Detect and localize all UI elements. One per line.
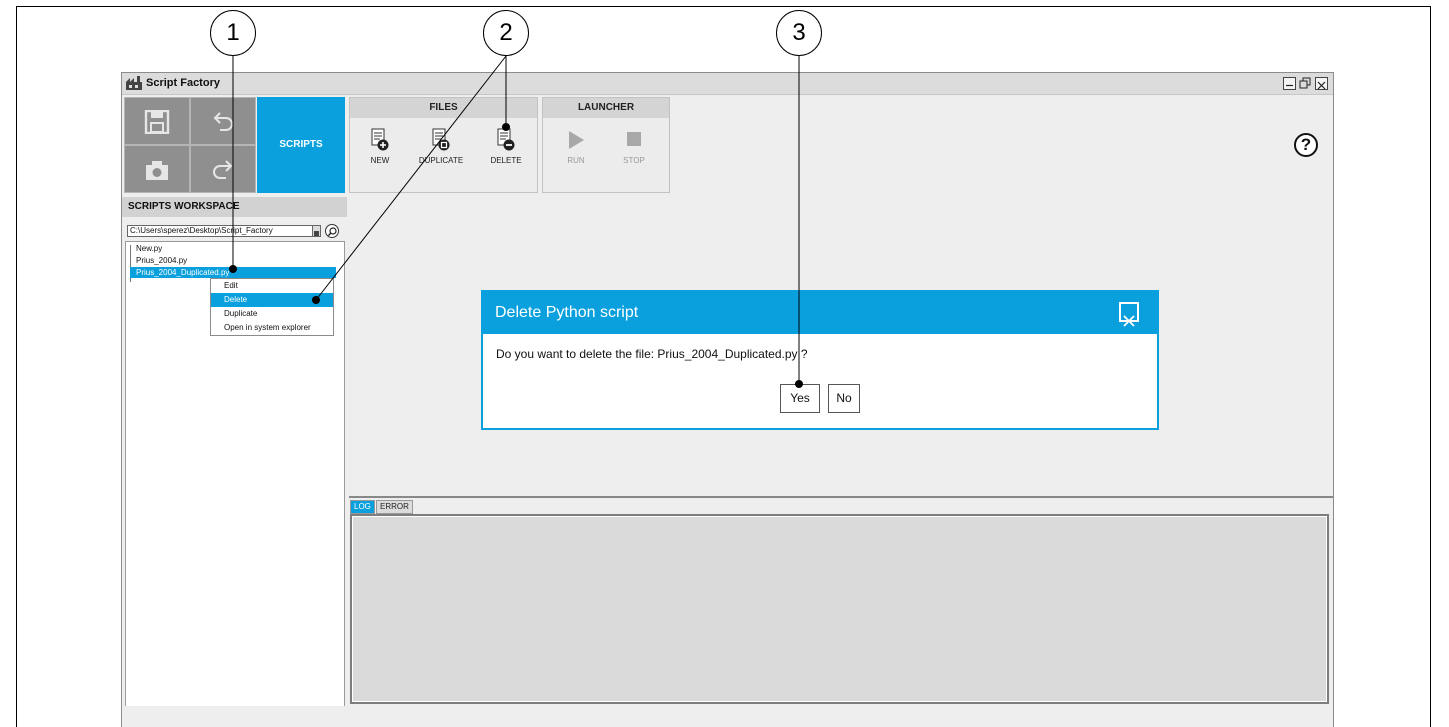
close-icon (1317, 81, 1326, 90)
duplicate-script-label: DUPLICATE (418, 156, 464, 165)
tab-log[interactable]: LOG (350, 500, 375, 514)
workspace-path-field[interactable]: C:\Users\sperez\Desktop\Script_Factory (127, 225, 313, 237)
frame-border-top (16, 6, 1431, 7)
minimize-icon (1286, 84, 1293, 87)
delete-script-icon (497, 128, 515, 151)
minimize-button[interactable] (1283, 77, 1296, 90)
yes-button[interactable]: Yes (780, 384, 820, 413)
dialog-header: Delete Python script (483, 292, 1157, 334)
chevron-down-icon (314, 231, 319, 236)
browse-folder-button[interactable] (325, 224, 339, 238)
dialog-title: Delete Python script (495, 304, 639, 321)
file-context-menu: Edit Delete Duplicate Open in system exp… (210, 278, 334, 336)
console-splitter[interactable] (349, 496, 1333, 498)
save-icon (144, 110, 170, 134)
stop-button[interactable]: STOP (606, 122, 662, 182)
run-button[interactable]: RUN (548, 122, 604, 182)
search-icon (328, 227, 337, 236)
stop-icon (627, 132, 641, 146)
play-icon (569, 131, 584, 149)
callout-1: 1 (210, 10, 256, 56)
workspace-title: SCRIPTS WORKSPACE (122, 197, 347, 217)
undo-button[interactable] (190, 97, 256, 145)
menu-item-edit[interactable]: Edit (211, 279, 333, 293)
delete-script-label: DELETE (490, 156, 522, 165)
new-script-label: NEW (370, 156, 390, 165)
files-group-title: FILES (350, 98, 537, 118)
delete-script-dialog: Delete Python script Do you want to dele… (481, 290, 1159, 430)
new-script-icon (371, 128, 389, 151)
restore-button[interactable] (1299, 77, 1312, 90)
status-bar (122, 706, 1333, 727)
run-label: RUN (567, 156, 585, 165)
delete-script-button[interactable]: DELETE (478, 122, 534, 182)
file-tree-item[interactable]: Prius_2004.py (130, 255, 187, 266)
figure: Script Factory SCRIPTS FILES NEW DUPLICA… (0, 0, 1449, 727)
launcher-group: LAUNCHER RUN STOP (542, 97, 670, 193)
tab-error[interactable]: ERROR (376, 500, 413, 514)
files-group: FILES NEW DUPLICATE DELETE (349, 97, 538, 193)
redo-button[interactable] (190, 145, 256, 193)
undo-icon (213, 112, 233, 131)
file-tree-item-selected[interactable]: Prius_2004_Duplicated.py (130, 267, 336, 278)
frame-border-right (1430, 6, 1431, 727)
menu-item-delete[interactable]: Delete (211, 293, 333, 307)
title-bar: Script Factory (122, 73, 1333, 95)
launcher-group-title: LAUNCHER (543, 98, 669, 118)
camera-icon (146, 161, 168, 180)
path-dropdown-button[interactable] (312, 225, 321, 237)
duplicate-script-icon (432, 128, 450, 151)
save-button[interactable] (124, 97, 190, 145)
callout-2: 2 (483, 10, 529, 56)
window-title: Script Factory (146, 77, 220, 89)
new-script-button[interactable]: NEW (352, 122, 408, 182)
callout-3: 3 (776, 10, 822, 56)
close-window-button[interactable] (1315, 77, 1328, 90)
frame-border-left (16, 6, 17, 727)
scripts-tab[interactable]: SCRIPTS (257, 97, 345, 193)
menu-item-duplicate[interactable]: Duplicate (211, 307, 333, 321)
help-button[interactable]: ? (1294, 133, 1318, 157)
file-tree-item[interactable]: New.py (130, 243, 162, 254)
factory-logo-icon (126, 76, 142, 90)
screenshot-button[interactable] (124, 145, 190, 193)
stop-label: STOP (623, 156, 645, 165)
restore-icon (1299, 77, 1311, 89)
no-button[interactable]: No (828, 384, 860, 413)
dialog-close-button[interactable] (1119, 302, 1139, 327)
dialog-message: Do you want to delete the file: Prius_20… (496, 347, 808, 361)
help-icon: ? (1300, 135, 1312, 154)
scripts-workspace-panel: SCRIPTS WORKSPACE C:\Users\sperez\Deskto… (122, 197, 347, 727)
log-output (350, 514, 1329, 704)
menu-item-open-explorer[interactable]: Open in system explorer (211, 321, 333, 335)
close-icon (1123, 315, 1135, 327)
duplicate-script-button[interactable]: DUPLICATE (413, 122, 469, 182)
redo-icon (213, 160, 233, 179)
